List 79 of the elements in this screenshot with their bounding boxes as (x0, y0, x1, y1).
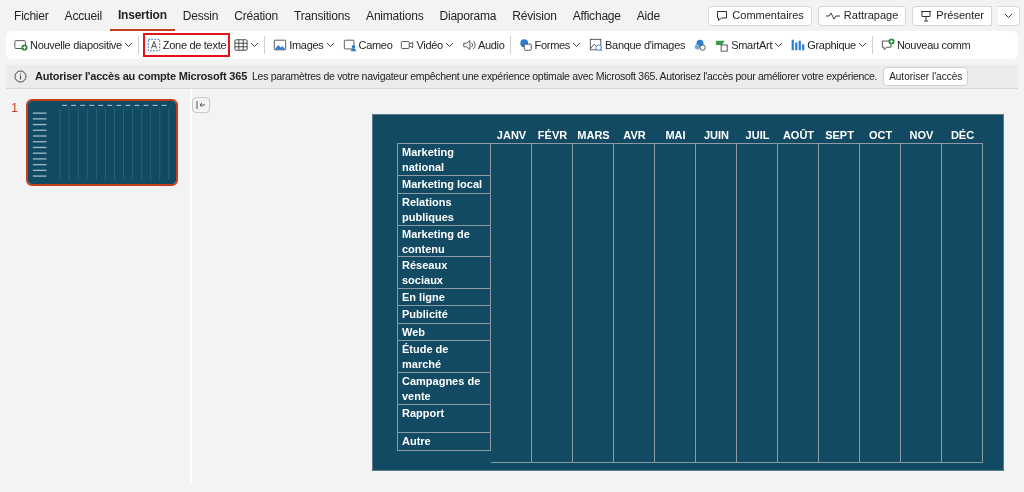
row-label: Réseaux sociaux (397, 257, 491, 289)
month-header: MARS (576, 127, 611, 143)
row-label: Relations publiques (397, 194, 491, 226)
ribbon-tab[interactable]: Animations (358, 0, 432, 31)
toolbar-button[interactable]: SmartArt (711, 33, 788, 57)
new-slide-icon (14, 38, 28, 52)
toolbar-button[interactable]: Graphique (787, 33, 877, 57)
row-label: Rapport (397, 405, 491, 433)
speaker-icon (461, 38, 476, 52)
chevron-icon (774, 42, 784, 48)
chevron-icon (123, 42, 133, 48)
icons-icon (693, 38, 708, 52)
stock-image-icon (589, 38, 604, 52)
cameo-icon (342, 38, 357, 52)
bar-chart-icon (791, 38, 806, 52)
ribbon-tab[interactable]: Transitions (286, 0, 359, 31)
month-header: OCT (867, 127, 894, 143)
ribbon-tab[interactable]: Accueil (56, 0, 110, 31)
wave-icon (825, 11, 840, 20)
month-header: JANV (495, 127, 528, 143)
toolbar-button[interactable]: Zone de texte (142, 33, 231, 57)
header-button[interactable]: Commentaires (708, 5, 812, 26)
chevron-icon (1004, 12, 1013, 19)
month-header: JUIL (744, 127, 771, 143)
info-title: Autoriser l'accès au compte Microsoft 365 (35, 69, 248, 85)
toolbar-button[interactable]: Banque d'images (585, 33, 690, 57)
smartart-icon (715, 38, 730, 52)
collapse-panel-button[interactable] (192, 97, 210, 113)
presenter-icon (920, 9, 933, 22)
header-button[interactable]: Présenter (912, 5, 992, 26)
ribbon-tab[interactable]: Création (226, 0, 287, 31)
month-header: MAI (664, 127, 687, 143)
month-header: FÉVR (536, 127, 569, 143)
chevron-icon (325, 42, 335, 48)
ribbon-tab[interactable]: Révision (504, 0, 565, 31)
chevron-icon (857, 42, 867, 48)
row-label: En ligne (397, 289, 491, 306)
new-comment-icon (880, 38, 895, 52)
info-icon (14, 70, 27, 83)
chevron-icon (572, 42, 582, 48)
ribbon-tab[interactable]: Affichage (564, 0, 629, 31)
row-label: Étude de marché (397, 341, 491, 373)
row-label: Publicité (397, 306, 491, 324)
chevron-icon (250, 42, 260, 48)
header-button[interactable]: Rattrapage (817, 5, 907, 26)
comment-icon (716, 9, 729, 22)
allow-access-button[interactable]: Autoriser l'accès (883, 67, 969, 86)
toolbar-button[interactable]: Images (269, 33, 339, 57)
ribbon-tab[interactable]: Fichier (6, 0, 57, 31)
month-header: AOÛT (781, 127, 816, 143)
toolbar-button[interactable]: Nouveau comm (876, 33, 975, 57)
row-label: Web (397, 324, 491, 341)
shapes-icon (518, 38, 533, 52)
toolbar-button[interactable]: Nouvelle diapositive (10, 33, 143, 57)
toolbar-button[interactable]: Formes (514, 33, 586, 57)
toolbar-button[interactable]: Vidéo (396, 33, 458, 57)
ribbon-tab[interactable]: Aide (628, 0, 669, 31)
row-label: Marketing local (397, 176, 491, 194)
month-header: DÉC (949, 127, 976, 143)
month-header: AVR (622, 127, 647, 143)
month-header: JUIN (702, 127, 731, 143)
toolbar-button[interactable]: Audio (457, 33, 515, 57)
info-message: Les paramètres de votre navigateur empêchent une expérience optimale avec Microsoft 365. Autorisez l'accès pour améliorer votre expérience. (252, 68, 878, 84)
ribbon-tab[interactable]: Dessin (174, 0, 227, 31)
row-label: Marketing de contenu (397, 226, 491, 257)
slide-number: 1 (10, 100, 19, 117)
chevron-icon (444, 42, 454, 48)
image-icon (273, 38, 288, 52)
ribbon-tab[interactable]: Diaporama (431, 0, 505, 31)
table-icon (234, 38, 249, 52)
toolbar-button[interactable]: Cameo (338, 33, 397, 57)
collapse-icon (196, 101, 206, 109)
month-header: NOV (908, 127, 935, 143)
row-label: Marketing national (397, 144, 491, 176)
row-label: Campagnes de vente (397, 373, 491, 405)
row-label: Autre (397, 433, 491, 451)
video-camera-icon (400, 38, 415, 52)
month-header: SEPT (824, 127, 855, 143)
text-box-icon (146, 38, 161, 52)
